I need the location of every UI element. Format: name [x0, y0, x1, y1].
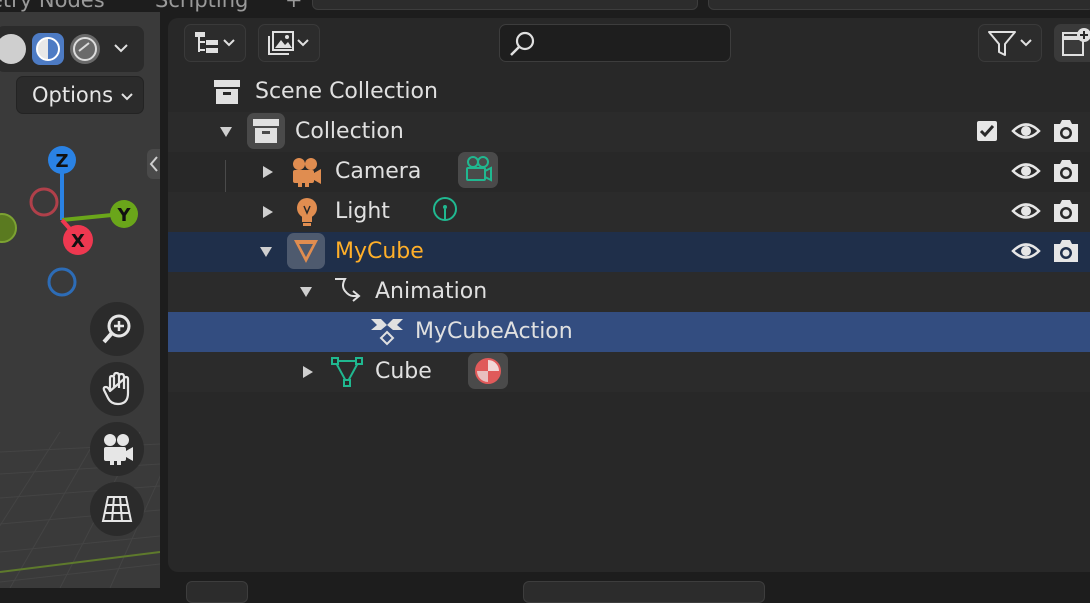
tree-row-collection[interactable]: Collection [168, 112, 1090, 152]
gizmo-z-label: Z [55, 151, 68, 172]
tab-scripting[interactable]: Scripting [155, 0, 248, 12]
tree-row-cube[interactable]: Cube [168, 352, 1090, 392]
render-camera-icon[interactable] [1052, 238, 1080, 264]
exclude-checkbox-checked-icon[interactable] [976, 120, 998, 142]
outliner-tree-icon [195, 32, 235, 53]
ortho-toggle-button[interactable] [90, 482, 144, 536]
row-label-light: Light [335, 199, 390, 224]
collection-box-icon [247, 113, 285, 149]
gizmo-neg-x[interactable] [29, 187, 59, 217]
mesh-data-icon [331, 357, 363, 387]
camera-data-icon[interactable] [458, 152, 498, 188]
tree-row-mycube[interactable]: MyCube [168, 232, 1090, 272]
scene-collection-icon [214, 80, 240, 104]
row-label-cube: Cube [375, 359, 432, 384]
gizmo-neg-z[interactable] [47, 267, 77, 297]
eye-visibility-icon[interactable] [1011, 160, 1041, 182]
chevron-down-icon [119, 86, 135, 110]
render-camera-icon[interactable] [1052, 198, 1080, 224]
scene-selector[interactable] [312, 0, 698, 10]
tree-row-camera[interactable]: Camera [168, 152, 1090, 192]
image-stack-icon [268, 31, 309, 55]
ortho-grid-icon [101, 496, 133, 522]
row-label-animation: Animation [375, 279, 488, 304]
row-label-scene-collection: Scene Collection [255, 79, 438, 104]
eye-visibility-icon[interactable] [1011, 120, 1041, 142]
camera-view-icon [104, 434, 133, 465]
chevron-down-icon [223, 39, 235, 47]
3d-viewport[interactable]: Options Z Y X [0, 12, 160, 588]
tree-row-light[interactable]: Light [168, 192, 1090, 232]
tree-row-animation[interactable]: Animation [168, 272, 1090, 312]
row-label-collection: Collection [295, 119, 404, 144]
render-camera-icon[interactable] [1052, 118, 1080, 144]
row-label-mycubeaction: MyCubeAction [415, 319, 573, 344]
filter-funnel-icon [988, 31, 1032, 56]
new-collection-button[interactable] [1054, 24, 1090, 62]
disclosure-collapsed-icon[interactable] [261, 205, 275, 219]
navigation-gizmo[interactable]: Z Y X [0, 142, 150, 302]
shading-mode-bar [0, 26, 144, 72]
bottom-header-strip [168, 576, 1090, 603]
view-layer-selector[interactable] [708, 0, 1090, 10]
disclosure-collapsed-icon[interactable] [301, 365, 315, 379]
tab-geometry-nodes[interactable]: etry Nodes [0, 0, 105, 12]
gizmo-x-label: X [71, 231, 85, 252]
workspace-tab-bar: etry Nodes Scripting + [0, 0, 1090, 12]
chevron-down-icon[interactable] [112, 39, 130, 61]
filter-data-dropdown[interactable] [258, 24, 320, 62]
zoom-icon [102, 314, 131, 344]
display-mode-dropdown[interactable] [184, 24, 246, 62]
render-camera-icon[interactable] [1052, 158, 1080, 184]
camera-object-icon [293, 158, 321, 187]
gizmo-y-label: Y [116, 205, 131, 226]
add-workspace-button[interactable]: + [285, 0, 303, 12]
row-label-mycube: MyCube [335, 239, 424, 264]
disclosure-collapsed-icon[interactable] [261, 165, 275, 179]
chevron-left-icon [149, 156, 158, 172]
disclosure-expanded-icon[interactable] [219, 125, 233, 139]
material-sphere-icon[interactable] [468, 353, 508, 389]
tree-row-mycubeaction[interactable]: MyCubeAction [168, 312, 1090, 352]
disclosure-expanded-icon[interactable] [259, 245, 273, 259]
disclosure-expanded-icon[interactable] [299, 285, 313, 299]
search-icon [510, 31, 535, 56]
tree-row-scene-collection[interactable]: Scene Collection [168, 72, 1090, 112]
rendered-shading-icon[interactable] [70, 34, 100, 64]
eye-visibility-icon[interactable] [1011, 240, 1041, 262]
gizmo-neg-y[interactable] [0, 213, 17, 243]
row-label-camera: Camera [335, 159, 422, 184]
pan-button[interactable] [90, 362, 144, 416]
solid-shading-icon[interactable] [0, 34, 26, 64]
sidebar-toggle[interactable] [147, 149, 160, 179]
light-data-icon[interactable] [430, 196, 460, 228]
filter-dropdown[interactable] [978, 24, 1042, 62]
eye-visibility-icon[interactable] [1011, 200, 1041, 222]
zoom-button[interactable] [90, 302, 144, 356]
outliner-header [168, 18, 1090, 70]
properties-editor-type[interactable] [186, 581, 248, 603]
material-preview-icon[interactable] [32, 33, 64, 65]
properties-search[interactable] [523, 581, 765, 603]
search-input[interactable] [499, 24, 731, 62]
hand-pan-icon [102, 371, 130, 406]
options-dropdown[interactable]: Options [16, 76, 144, 114]
action-keyframe-icon [371, 319, 403, 346]
options-label: Options [32, 83, 114, 107]
mesh-object-icon [287, 233, 325, 269]
camera-view-button[interactable] [90, 422, 144, 476]
animation-curve-icon [335, 278, 361, 302]
light-bulb-icon [297, 198, 317, 226]
new-collection-icon [1062, 28, 1090, 56]
outliner-panel: Scene Collection Collection Camera Light… [168, 18, 1090, 572]
